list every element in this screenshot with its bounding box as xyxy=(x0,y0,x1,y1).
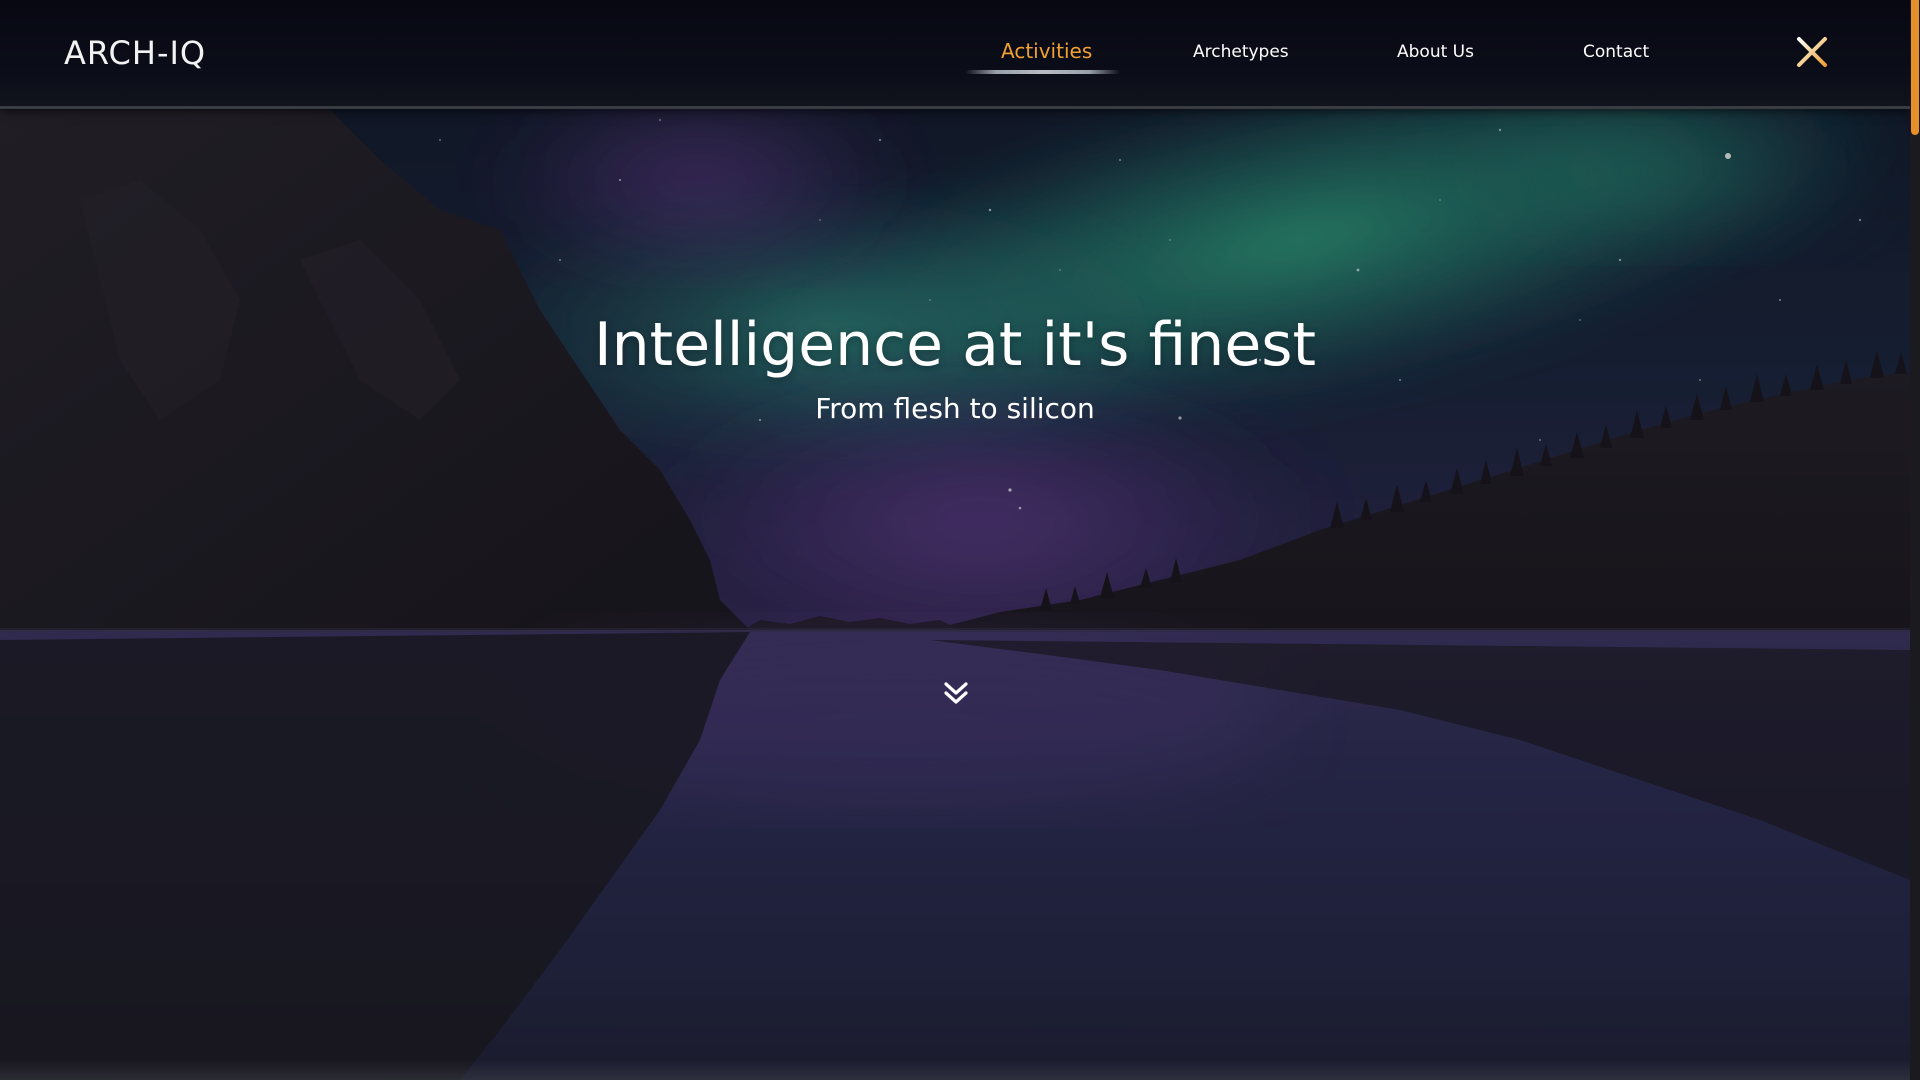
double-chevron-down-icon xyxy=(944,682,968,704)
site-logo[interactable]: ARCH-IQ xyxy=(64,34,206,72)
page: ARCH-IQ Activities Archetypes About Us C… xyxy=(0,0,1920,1080)
scroll-down-button[interactable] xyxy=(940,678,972,710)
hero-background xyxy=(0,0,1910,1080)
hero-subtitle: From flesh to silicon xyxy=(815,392,1095,425)
bottom-fade xyxy=(0,1060,1910,1080)
nav-item-contact[interactable]: Contact xyxy=(1583,42,1649,62)
hero-background-image xyxy=(0,0,1910,1080)
close-icon xyxy=(1797,37,1827,67)
scrollbar-thumb[interactable] xyxy=(1911,0,1919,135)
active-nav-underline xyxy=(965,70,1120,74)
nav-item-about-us[interactable]: About Us xyxy=(1397,42,1474,62)
site-header: ARCH-IQ Activities Archetypes About Us C… xyxy=(0,0,1910,109)
hero-title: Intelligence at it's finest xyxy=(593,310,1317,380)
close-button[interactable] xyxy=(1796,36,1828,68)
nav-item-archetypes[interactable]: Archetypes xyxy=(1193,42,1289,62)
nav-item-activities[interactable]: Activities xyxy=(1001,39,1092,63)
page-scrollbar[interactable] xyxy=(1910,0,1920,1080)
